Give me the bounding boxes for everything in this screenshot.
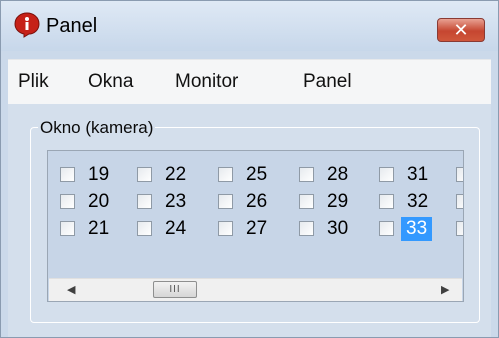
camera-checkbox[interactable] (379, 194, 394, 209)
camera-checkbox[interactable] (60, 194, 75, 209)
camera-checkbox[interactable] (456, 221, 463, 236)
camera-item[interactable]: 33 (379, 217, 451, 241)
camera-item[interactable]: 29 (299, 190, 371, 214)
camera-number: 20 (88, 191, 110, 212)
camera-checkbox[interactable] (299, 221, 314, 236)
camera-checkbox[interactable] (299, 194, 314, 209)
scroll-right-icon[interactable]: ▶ (441, 283, 449, 296)
camera-item[interactable]: 25 (218, 163, 290, 187)
camera-item[interactable]: 19 (60, 163, 132, 187)
camera-checkbox[interactable] (299, 167, 314, 182)
camera-number: 19 (88, 164, 110, 185)
menu-panel[interactable]: Panel (303, 71, 352, 93)
camera-number: 28 (327, 164, 349, 185)
camera-item[interactable]: 32 (379, 190, 451, 214)
menu-okna[interactable]: Okna (88, 71, 133, 93)
camera-checklist[interactable]: ◀ III ▶ 19 22 25 28 31 20 23 26 29 32 21 24 27 30 33 (47, 150, 464, 302)
camera-checkbox[interactable] (379, 167, 394, 182)
camera-item[interactable]: 20 (60, 190, 132, 214)
camera-checkbox[interactable] (218, 221, 233, 236)
grip-icon: III (169, 284, 181, 295)
camera-item[interactable]: 24 (137, 217, 209, 241)
camera-item[interactable]: 22 (137, 163, 209, 187)
camera-number: 26 (246, 191, 268, 212)
camera-number: 32 (407, 191, 429, 212)
camera-item[interactable]: 31 (379, 163, 451, 187)
camera-number: 33 (401, 217, 433, 241)
camera-checkbox[interactable] (137, 194, 152, 209)
camera-item[interactable]: 26 (218, 190, 290, 214)
info-shield-icon (14, 12, 40, 38)
camera-checkbox[interactable] (379, 221, 394, 236)
camera-item[interactable]: 23 (137, 190, 209, 214)
close-icon: ✕ (453, 19, 469, 41)
camera-item[interactable]: 21 (60, 217, 132, 241)
camera-checkbox[interactable] (137, 167, 152, 182)
camera-item[interactable]: 28 (299, 163, 371, 187)
camera-number: 25 (246, 164, 268, 185)
camera-checkbox[interactable] (218, 194, 233, 209)
camera-number: 22 (165, 164, 187, 185)
title-bar[interactable]: Panel ✕ (1, 1, 498, 51)
camera-checkbox[interactable] (137, 221, 152, 236)
camera-number: 27 (246, 218, 268, 239)
camera-checkbox[interactable] (60, 167, 75, 182)
groupbox-label: Okno (kamera) (38, 118, 156, 138)
camera-number: 31 (407, 164, 429, 185)
horizontal-scrollbar[interactable]: ◀ III ▶ (49, 278, 462, 301)
camera-number: 21 (88, 218, 110, 239)
camera-checkbox[interactable] (456, 167, 463, 182)
scrollbar-thumb[interactable]: III (153, 281, 197, 298)
camera-number: 24 (165, 218, 187, 239)
window-title: Panel (46, 15, 98, 37)
menu-monitor[interactable]: Monitor (175, 71, 238, 93)
camera-checkbox[interactable] (456, 194, 463, 209)
camera-checkbox[interactable] (60, 221, 75, 236)
scroll-left-icon[interactable]: ◀ (67, 283, 75, 296)
menu-plik[interactable]: Plik (18, 71, 49, 93)
menu-bar: Plik Okna Monitor Panel (8, 59, 491, 104)
camera-number: 30 (327, 218, 349, 239)
camera-item[interactable]: 27 (218, 217, 290, 241)
camera-checkbox[interactable] (218, 167, 233, 182)
camera-number: 29 (327, 191, 349, 212)
camera-number: 23 (165, 191, 187, 212)
panel-window: Panel ✕ Plik Okna Monitor Panel Okno (ka… (0, 0, 499, 338)
camera-item[interactable]: 30 (299, 217, 371, 241)
close-button[interactable]: ✕ (437, 18, 485, 42)
